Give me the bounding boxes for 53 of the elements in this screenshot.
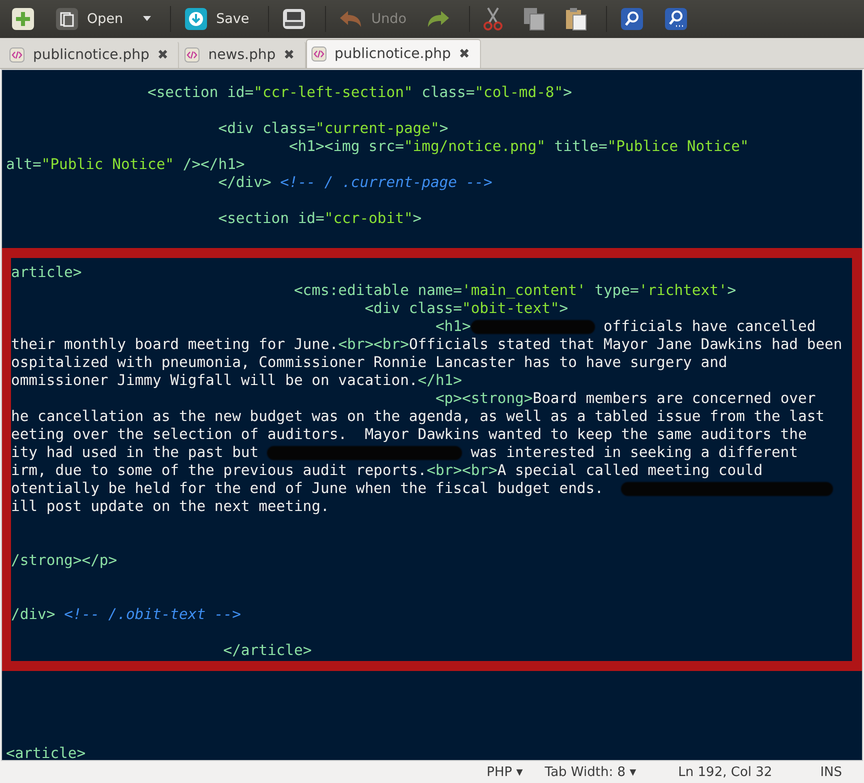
code-line: alt="Public Notice" /></h1> <box>5 156 246 174</box>
find-replace-icon <box>664 7 688 31</box>
documents-icon <box>55 7 79 31</box>
code-line: /strong></p> <box>11 552 118 570</box>
close-icon[interactable]: ✖ <box>284 48 294 62</box>
code-line: <div class="current-page"> <box>217 120 450 138</box>
tab-label: news.php <box>208 47 276 63</box>
code-line: /div> <!-- /.obit-text --> <box>11 606 242 624</box>
code-line: <section id="ccr-obit"> <box>217 210 423 228</box>
code-line: ommissioner Jimmy Wigfall will be on vacation.</h1> <box>11 372 463 390</box>
redo-arrow-icon <box>426 9 450 29</box>
code-line: <div class="obit-text"> <box>364 300 570 318</box>
caret-icon <box>143 16 152 22</box>
code-line: <cms:editable name='main_content' type='richtext'> <box>292 282 738 300</box>
tab-width-dropdown[interactable]: Tab Width: 8 ▾ <box>544 764 636 780</box>
code-line: ity had used in the past but was interested in seeking a different <box>11 444 799 462</box>
tab-label: publicnotice.php <box>334 46 451 62</box>
open-button[interactable]: Open <box>50 4 128 34</box>
save-button[interactable]: Save <box>179 4 254 34</box>
code-line: <h1> officials have cancelled <box>434 318 817 336</box>
code-line: their monthly board meeting for June.<br><br>Officials stated that Mayor Jane Dawkins had been <box>11 336 844 354</box>
code-line: ill post update on the next meeting. <box>11 498 330 516</box>
close-icon[interactable]: ✖ <box>157 48 168 62</box>
close-icon[interactable]: ✖ <box>458 46 470 62</box>
download-icon <box>184 7 208 31</box>
code-line: <section id="ccr-left-section" class="col-md-8"> <box>146 84 573 102</box>
code-line: eeting over the selection of auditors. Mayor Dawkins wanted to keep the same auditors the <box>11 426 808 444</box>
printer-icon <box>282 7 306 31</box>
code-line: ospitalized with pneumonia, Commissioner Ronnie Lancaster has to have surgery and <box>11 354 728 372</box>
file-tab[interactable]: publicnotice.php ✖ <box>306 39 481 68</box>
insert-mode: INS <box>820 764 842 780</box>
language-dropdown[interactable]: PHP ▾ <box>486 764 523 780</box>
cursor-position: Ln 192, Col 32 <box>678 764 772 780</box>
code-line: article> <box>11 264 83 282</box>
code-line: <article> <box>5 745 87 760</box>
php-file-icon <box>310 46 326 62</box>
code-line: <h1><img src="img/notice.png" title="Publice Notice" <box>288 138 750 156</box>
new-document-icon <box>11 7 35 31</box>
php-file-icon <box>184 47 200 63</box>
copy-icon <box>523 7 546 31</box>
code-editor[interactable] <box>1 69 863 761</box>
undo-arrow-icon <box>339 9 364 29</box>
php-file-icon <box>9 47 25 63</box>
code-line: he cancellation as the new budget was on the agenda, as well as a tabled issue from the last <box>11 408 826 426</box>
search-icon <box>620 7 644 31</box>
tab-label: publicnotice.php <box>33 47 150 63</box>
code-line: </article> <box>222 642 313 660</box>
code-line: irm, due to some of the previous audit reports.<br><br>A special called meeting could <box>11 462 764 480</box>
clipboard-icon <box>565 7 588 31</box>
code-line: <p><strong>Board members are concerned over <box>434 390 817 408</box>
code-line: </div> <!-- / .current-page --> <box>217 174 494 192</box>
code-line: otentially be held for the end of June when the fiscal budget ends. <box>11 480 852 498</box>
scissors-icon <box>483 7 504 31</box>
